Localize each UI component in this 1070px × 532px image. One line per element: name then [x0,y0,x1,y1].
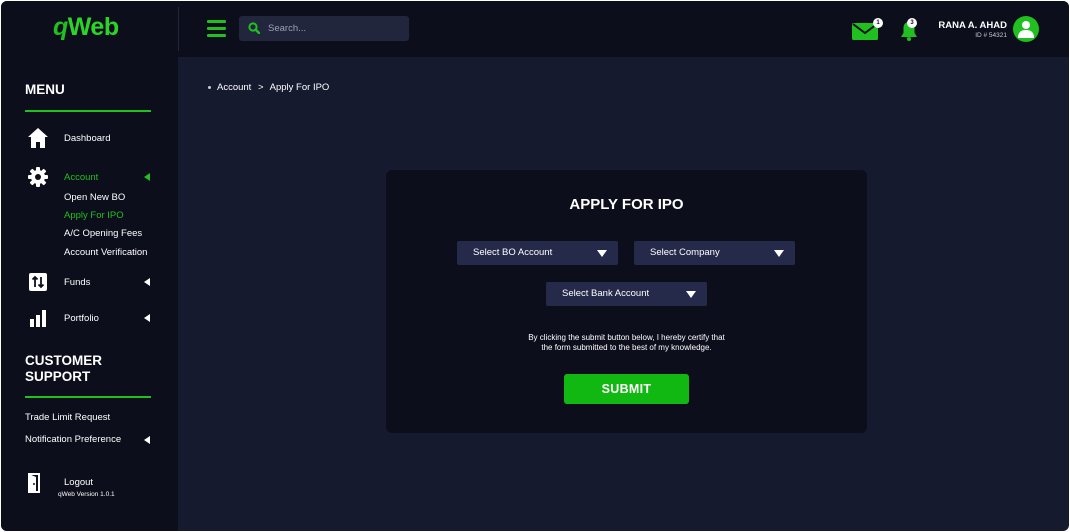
sidebar-subitem-ac-opening-fees[interactable]: A/C Opening Fees [64,228,142,239]
dropdown-arrow-icon [774,250,784,257]
app-window: qWeb 1 3 RANA A. AHAD ID # 54321 [1,1,1069,531]
expand-arrow-icon[interactable] [144,314,150,322]
breadcrumb-current: Apply For IPO [269,82,330,93]
dropdown-arrow-icon [597,250,607,257]
support-underline [25,396,151,398]
mail-badge: 1 [873,18,883,28]
dropdown-arrow-icon [686,291,696,298]
menu-heading: MENU [25,82,65,97]
select-label: Select Company [650,247,720,258]
expand-arrow-icon[interactable] [144,278,150,286]
sidebar-item-label: Account [64,172,99,183]
avatar[interactable] [1013,16,1039,42]
sidebar-item-label: Portfolio [64,313,99,324]
company-select[interactable]: Select Company [634,241,795,265]
ipo-form-card: APPLY FOR IPO Select BO Account Select C… [386,170,867,433]
top-bar: qWeb 1 3 RANA A. AHAD ID # 54321 [1,1,1069,57]
home-icon [28,128,48,148]
sidebar-subitem-apply-for-ipo[interactable]: Apply For IPO [64,210,124,221]
logout-icon [28,473,40,493]
logout-label: Logout [64,477,94,488]
sidebar: MENU Dashboard Account Open New BO Apply… [1,57,178,531]
breadcrumb-account[interactable]: Account [217,82,251,93]
submit-button[interactable]: SUBMIT [564,374,689,404]
search-icon [248,22,260,34]
bank-account-select[interactable]: Select Bank Account [546,282,707,306]
search-input[interactable] [268,16,404,41]
divider [178,7,179,51]
collapse-arrow-icon[interactable] [144,173,150,181]
sidebar-item-label: Dashboard [64,133,111,144]
form-title: APPLY FOR IPO [569,196,684,213]
select-label: Select BO Account [473,247,553,258]
sidebar-item-label: Funds [64,277,91,288]
menu-icon[interactable] [207,20,226,37]
breadcrumb: Account > Apply For IPO [208,82,329,93]
sidebar-item-funds[interactable]: Funds [1,271,178,293]
version-label: qWeb Version 1.0.1 [58,491,115,498]
sidebar-item-trade-limit-request[interactable]: Trade Limit Request [25,412,110,423]
sidebar-subitem-open-new-bo[interactable]: Open New BO [64,192,125,203]
bar-chart-icon [30,310,46,327]
user-id: ID # 54321 [975,32,1007,39]
user-name[interactable]: RANA A. AHAD [911,20,1007,31]
sidebar-item-dashboard[interactable]: Dashboard [1,127,178,149]
app-logo[interactable]: qWeb [53,13,119,42]
support-heading: CUSTOMER SUPPORT [25,353,103,384]
select-label: Select Bank Account [562,288,650,299]
menu-underline [25,110,151,112]
certification-notice: By clicking the submit button below, I h… [528,333,725,352]
transfer-icon [29,273,47,291]
breadcrumb-separator: > [257,82,264,93]
search-box[interactable] [239,16,409,41]
mail-button[interactable]: 1 [852,18,883,42]
gear-icon [28,167,48,187]
expand-arrow-icon[interactable] [144,436,150,444]
user-icon [1018,21,1034,38]
sidebar-item-account[interactable]: Account [1,166,178,188]
bo-account-select[interactable]: Select BO Account [457,241,618,265]
sidebar-subitem-account-verification[interactable]: Account Verification [64,247,147,258]
sidebar-item-notification-preference[interactable]: Notification Preference [25,434,121,445]
sidebar-item-portfolio[interactable]: Portfolio [1,307,178,329]
